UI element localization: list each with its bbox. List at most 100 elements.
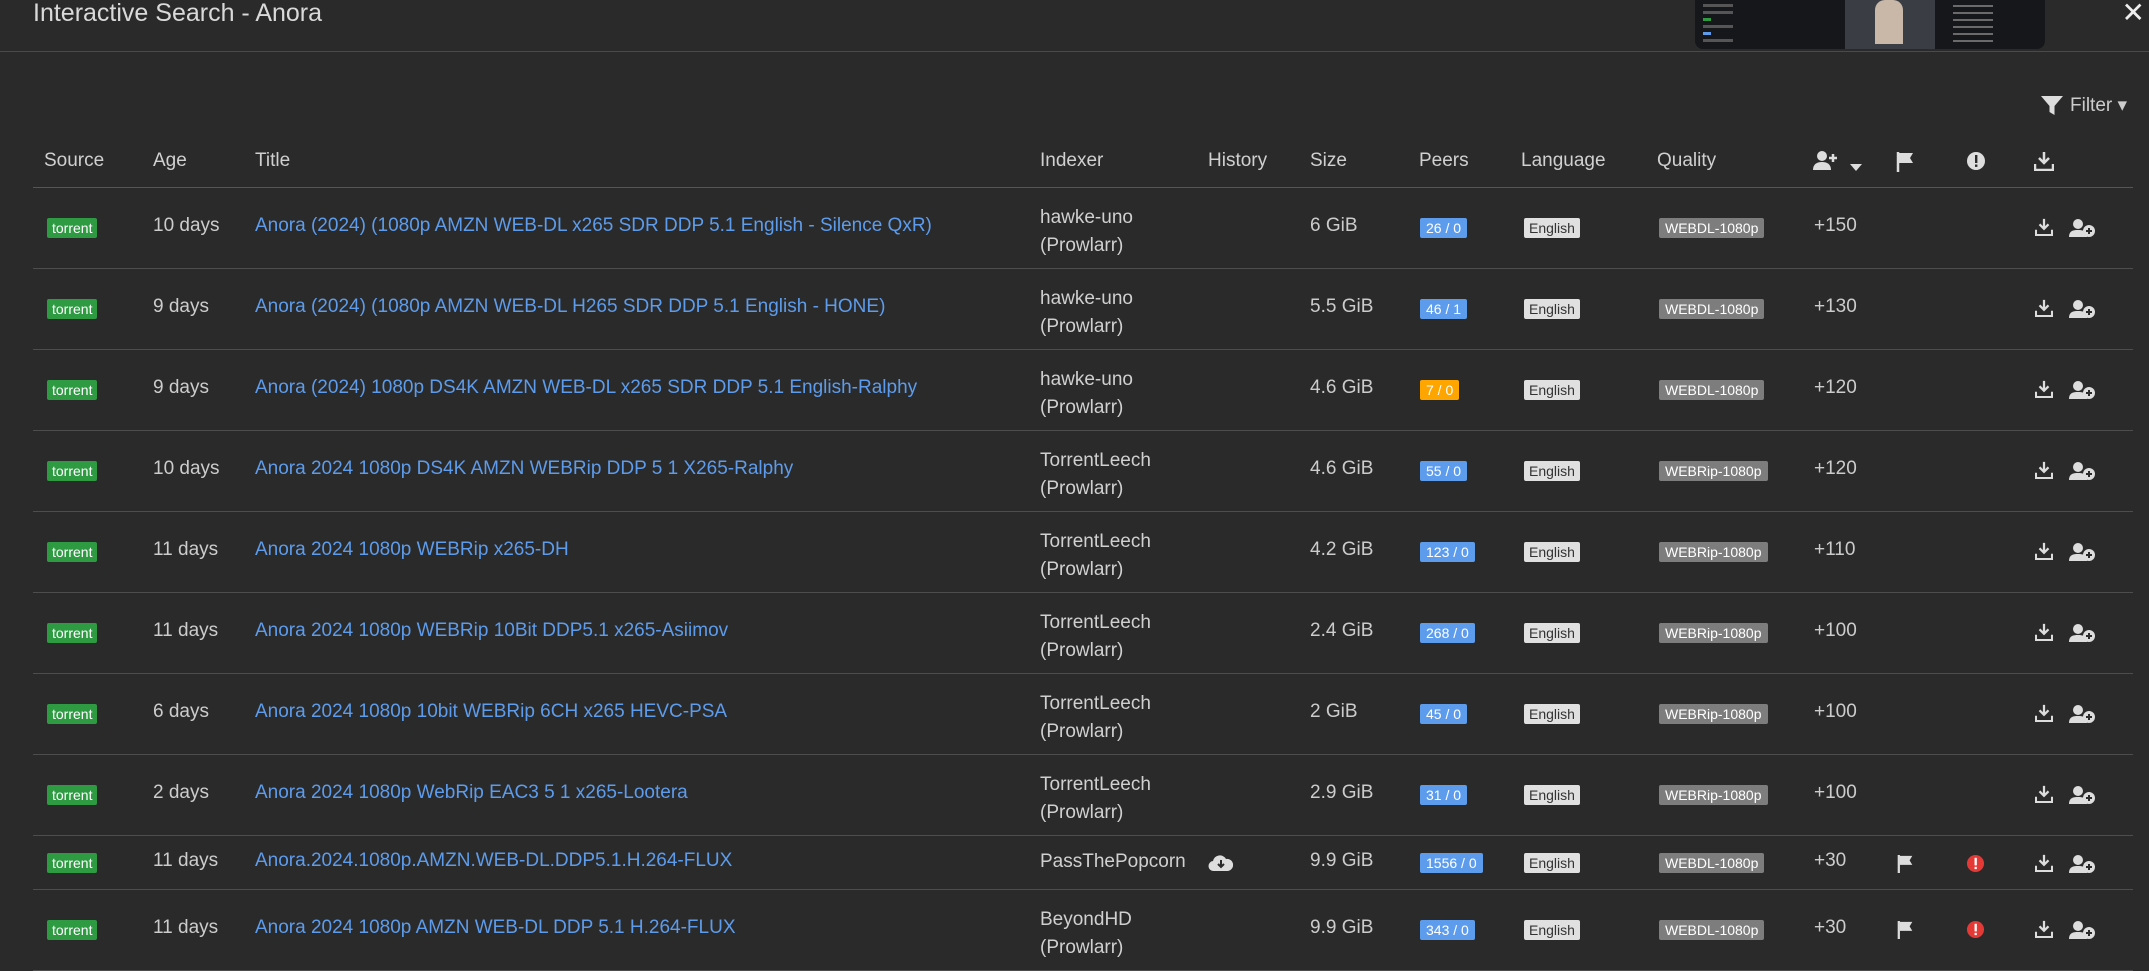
- indexer-cell: TorrentLeech (Prowlarr): [1040, 609, 1151, 665]
- size-cell: 2.4 GiB: [1310, 620, 1374, 641]
- download-button[interactable]: [2034, 854, 2054, 877]
- peers-badge: 268 / 0: [1420, 623, 1475, 643]
- override-grab-button[interactable]: [2069, 785, 2095, 810]
- quality-badge: WEBDL-1080p: [1659, 299, 1765, 319]
- override-grab-button[interactable]: [2069, 854, 2095, 879]
- source-badge: torrent: [47, 623, 98, 643]
- release-title-link[interactable]: Anora.2024.1080p.AMZN.WEB-DL.DDP5.1.H.26…: [255, 850, 732, 872]
- download-icon: [2034, 920, 2054, 939]
- download-button[interactable]: [2034, 785, 2054, 808]
- source-badge: torrent: [47, 853, 98, 873]
- download-button[interactable]: [2034, 704, 2054, 727]
- release-title-link[interactable]: Anora (2024) 1080p DS4K AMZN WEB-DL x265…: [255, 377, 917, 399]
- col-language[interactable]: Language: [1521, 150, 1606, 172]
- release-title-link[interactable]: Anora 2024 1080p WebRip EAC3 5 1 x265-Lo…: [255, 782, 688, 804]
- language-badge: English: [1524, 218, 1580, 238]
- indexer-source: (Prowlarr): [1040, 397, 1124, 418]
- peers-badge: 1556 / 0: [1420, 853, 1483, 873]
- size-cell: 9.9 GiB: [1310, 917, 1374, 938]
- col-indexer[interactable]: Indexer: [1040, 150, 1103, 172]
- language-badge: English: [1524, 785, 1580, 805]
- score-cell: +100: [1814, 701, 1857, 722]
- table-header: Source Age Title Indexer History Size Pe…: [33, 140, 2133, 188]
- release-title-link[interactable]: Anora 2024 1080p WEBRip x265-DH: [255, 539, 569, 561]
- release-title-link[interactable]: Anora 2024 1080p WEBRip 10Bit DDP5.1 x26…: [255, 620, 728, 642]
- score-cell: +130: [1814, 296, 1857, 317]
- col-history: History: [1208, 150, 1268, 171]
- source-badge: torrent: [47, 299, 98, 319]
- override-grab-button[interactable]: [2069, 704, 2095, 729]
- release-title-link[interactable]: Anora 2024 1080p 10bit WEBRip 6CH x265 H…: [255, 701, 727, 723]
- source-badge: torrent: [47, 542, 98, 562]
- add-user-icon: [2069, 543, 2095, 561]
- flag-icon: [1896, 152, 1913, 172]
- indexer-source: (Prowlarr): [1040, 640, 1124, 661]
- indexer-name: BeyondHD: [1040, 909, 1132, 930]
- override-grab-button[interactable]: [2069, 623, 2095, 648]
- add-user-icon: [2069, 462, 2095, 480]
- peers-badge: 55 / 0: [1420, 461, 1468, 481]
- col-peers[interactable]: Peers: [1419, 150, 1469, 172]
- age-cell: 6 days: [153, 701, 209, 722]
- release-title-link[interactable]: Anora (2024) (1080p AMZN WEB-DL x265 SDR…: [255, 215, 932, 237]
- indexer-source: (Prowlarr): [1040, 721, 1124, 742]
- override-grab-button[interactable]: [2069, 542, 2095, 567]
- age-cell: 9 days: [153, 377, 209, 398]
- download-button[interactable]: [2034, 920, 2054, 943]
- indexer-source: (Prowlarr): [1040, 235, 1124, 256]
- col-size[interactable]: Size: [1310, 150, 1347, 172]
- exclamation-icon: [1967, 152, 1985, 170]
- size-cell: 4.2 GiB: [1310, 539, 1374, 560]
- score-cell: +100: [1814, 782, 1857, 803]
- indexer-source: (Prowlarr): [1040, 316, 1124, 337]
- table-row: torrent 10 days Anora (2024) (1080p AMZN W…: [33, 188, 2133, 269]
- quality-badge: WEBDL-1080p: [1659, 920, 1765, 940]
- add-user-icon: [2069, 921, 2095, 939]
- download-button[interactable]: [2034, 218, 2054, 241]
- table-row: torrent 11 days Anora 2024 1080p WEBRip x2…: [33, 512, 2133, 593]
- custom-format-score-column[interactable]: [1813, 150, 1863, 177]
- rejection-indicator[interactable]: [1966, 854, 1985, 878]
- release-title-link[interactable]: Anora 2024 1080p DS4K AMZN WEBRip DDP 5 …: [255, 458, 793, 480]
- filter-button[interactable]: Filter ▾: [2040, 94, 2127, 117]
- score-cell: +30: [1814, 917, 1847, 938]
- download-icon: [2034, 623, 2054, 642]
- dialog-header: Interactive Search - Anora ✕: [0, 0, 2149, 52]
- table-row: torrent 6 days Anora 2024 1080p 10bit WEBR…: [33, 674, 2133, 755]
- col-quality[interactable]: Quality: [1657, 150, 1716, 172]
- indexer-cell: PassThePopcorn: [1040, 850, 1186, 874]
- age-cell: 11 days: [153, 850, 219, 871]
- release-title-link[interactable]: Anora 2024 1080p AMZN WEB-DL DDP 5.1 H.2…: [255, 917, 736, 939]
- col-title[interactable]: Title: [255, 150, 290, 172]
- override-grab-button[interactable]: [2069, 461, 2095, 486]
- release-title-link[interactable]: Anora (2024) (1080p AMZN WEB-DL H265 SDR…: [255, 296, 885, 318]
- download-button[interactable]: [2034, 623, 2054, 646]
- preview-thumbnail: [1695, 0, 2045, 49]
- col-source[interactable]: Source: [44, 150, 104, 172]
- download-button[interactable]: [2034, 299, 2054, 322]
- close-icon[interactable]: ✕: [2122, 0, 2145, 29]
- download-button[interactable]: [2034, 380, 2054, 403]
- override-grab-button[interactable]: [2069, 218, 2095, 243]
- override-grab-button[interactable]: [2069, 380, 2095, 405]
- add-user-icon: [2069, 624, 2095, 642]
- indexer-name: TorrentLeech: [1040, 450, 1151, 471]
- size-cell: 4.6 GiB: [1310, 458, 1374, 479]
- score-cell: +30: [1814, 850, 1847, 871]
- peers-badge: 343 / 0: [1420, 920, 1475, 940]
- indexer-source: (Prowlarr): [1040, 559, 1124, 580]
- add-user-icon: [2069, 219, 2095, 237]
- indexer-source: (Prowlarr): [1040, 937, 1124, 958]
- size-cell: 6 GiB: [1310, 215, 1358, 236]
- flag-indicator: [1897, 854, 1915, 879]
- download-button[interactable]: [2034, 542, 2054, 565]
- download-button[interactable]: [2034, 461, 2054, 484]
- quality-badge: WEBRip-1080p: [1659, 785, 1768, 805]
- indexer-cell: hawke-uno (Prowlarr): [1040, 366, 1133, 422]
- rejection-indicator[interactable]: [1966, 920, 1985, 944]
- peers-badge: 45 / 0: [1420, 704, 1468, 724]
- col-age[interactable]: Age: [153, 150, 187, 172]
- override-grab-button[interactable]: [2069, 920, 2095, 945]
- override-grab-button[interactable]: [2069, 299, 2095, 324]
- score-cell: +150: [1814, 215, 1857, 236]
